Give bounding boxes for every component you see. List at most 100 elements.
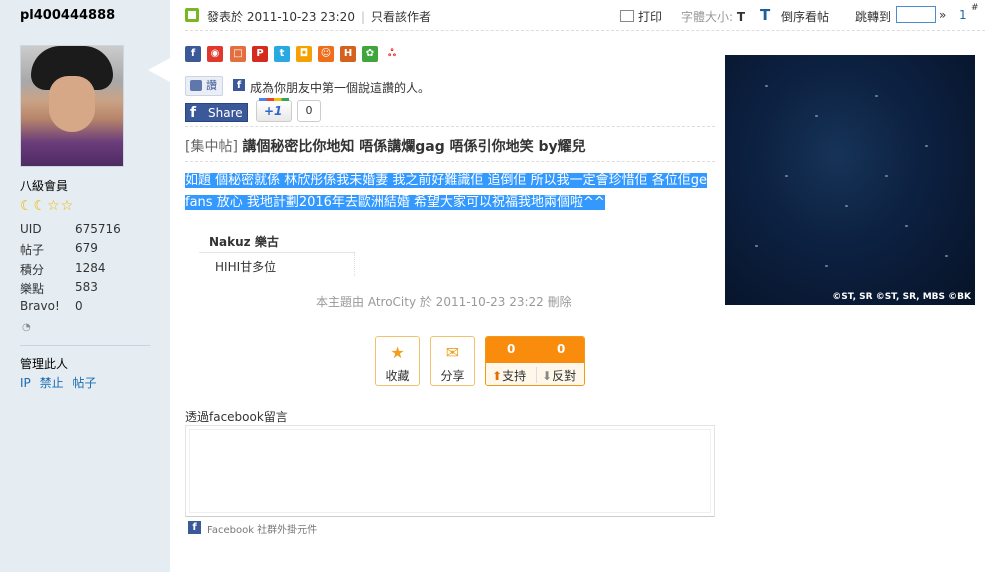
weibo-share-icon[interactable]: ஃ <box>384 46 400 62</box>
image-speck <box>945 255 948 257</box>
image-speck <box>785 175 788 177</box>
manage-user-label: 管理此人 <box>20 357 69 371</box>
bookmark-share-icon[interactable]: □ <box>230 46 246 62</box>
yahoo-share-icon[interactable]: ◘ <box>296 46 312 62</box>
envelope-icon: ✉ <box>445 343 460 362</box>
topbar-separator: | <box>360 10 365 24</box>
vote-buttons: ⬆支持 ⬇反對 <box>486 363 584 385</box>
jump-go-button[interactable]: » <box>939 8 946 22</box>
font-size-toggle[interactable]: T <box>737 10 745 24</box>
facebook-comments-frame <box>189 429 711 513</box>
reverse-order-icon[interactable]: T <box>760 6 770 24</box>
floor-hash: # <box>971 3 979 13</box>
facebook-like-button[interactable]: 讚 <box>185 76 223 96</box>
font-size-label: 字體大小: <box>681 10 734 24</box>
sidebar-divider <box>20 345 150 346</box>
pixnet-share-icon[interactable]: P <box>252 46 268 62</box>
signature-divider <box>354 252 355 276</box>
support-count: 0 <box>507 342 516 356</box>
facebook-plugin-link[interactable]: Facebook 社群外掛元件 <box>207 521 317 536</box>
image-speck <box>845 205 848 207</box>
twitter-share-icon[interactable]: t <box>274 46 290 62</box>
stat-points: 積分 1284 <box>20 261 160 280</box>
like-button-label: 讚 <box>206 79 217 92</box>
facebook-icon: f <box>188 521 201 534</box>
jump-page-input[interactable] <box>896 6 936 23</box>
rank-stars-icon: ☾☾☆☆ <box>20 198 75 214</box>
share-post-button[interactable]: ✉ 分享 <box>430 336 475 386</box>
favorite-button[interactable]: ★ 收藏 <box>375 336 420 386</box>
post-topbar: 發表於 2011-10-23 23:20 | 只看該作者 打印 字體大小: T T … <box>185 3 985 26</box>
moderation-note: 本主題由 AtroCity 於 2011-10-23 23:22 刪除 <box>316 295 572 309</box>
google-share-icon[interactable]: ✿ <box>362 46 378 62</box>
post-meta: 發表於 2011-10-23 23:20 | 只看該作者 <box>207 8 431 25</box>
facebook-icon: f <box>190 105 197 121</box>
google-plus-one-button[interactable]: +1 <box>256 98 292 122</box>
floor-number-link[interactable]: 1 <box>959 8 967 22</box>
vote-divider <box>536 367 537 383</box>
stat-label: UID <box>20 222 42 236</box>
funp-share-icon[interactable]: ☺ <box>318 46 334 62</box>
share-label: 分享 <box>440 369 465 383</box>
post-body-line: fans 放心 我地計劃2016年去歐洲結婚 希望大家可以祝福我地兩個啦^^ <box>185 195 605 210</box>
like-social-text: 成為你朋友中第一個說這讚的人。 <box>250 81 431 95</box>
stat-value: 0 <box>75 299 83 314</box>
topbar-divider <box>185 30 985 31</box>
stat-label: Bravo! <box>20 299 60 314</box>
stat-lepoints: 樂點 583 <box>20 280 160 299</box>
post-status-icon <box>185 8 199 22</box>
font-size-control: 字體大小: T <box>681 8 745 25</box>
signature-divider <box>199 252 354 253</box>
printer-icon <box>620 10 634 22</box>
stat-value[interactable]: 679 <box>75 241 98 255</box>
stat-uid: UID 675716 <box>20 222 160 241</box>
stat-value: 583 <box>75 279 98 294</box>
stat-bravo: Bravo! 0 <box>20 299 160 318</box>
admin-ip-link[interactable]: IP <box>20 376 31 390</box>
author-sidebar: pl400444888 八級會員 ☾☾☆☆ UID 675716 帖子 679 … <box>0 0 170 572</box>
post-title-text: 講個秘密比你地知 唔係講爛gag 唔係引你地笑 by耀兒 <box>242 139 586 155</box>
admin-ban-link[interactable]: 禁止 <box>40 376 64 390</box>
post-body: 如題 個秘密就係 林欣彤係我未婚妻 我之前好難識佢 追倒佢 所以我一定會珍惜佢 … <box>185 170 770 214</box>
hemidemi-share-icon[interactable]: H <box>340 46 356 62</box>
post-category-tag[interactable]: [集中帖] <box>185 139 238 155</box>
facebook-comments-box[interactable] <box>185 425 715 517</box>
plus-one-label: +1 <box>264 104 283 118</box>
author-username[interactable]: pl400444888 <box>20 8 115 23</box>
stat-value: 675716 <box>75 222 121 236</box>
facebook-icon: f <box>233 79 245 91</box>
admin-posts-link[interactable]: 帖子 <box>72 376 96 390</box>
share-button-label: Share <box>208 106 243 120</box>
oppose-count: 0 <box>557 342 566 356</box>
reverse-order-link[interactable]: 倒序看帖 <box>781 8 829 25</box>
arrow-up-icon: ⬆ <box>492 369 503 383</box>
stat-value: 1284 <box>75 260 106 275</box>
plurk-share-icon[interactable]: ◉ <box>207 46 223 62</box>
author-stats: UID 675716 帖子 679 積分 1284 樂點 583 Bravo! … <box>20 222 160 318</box>
image-speck <box>815 115 818 117</box>
jump-to-label: 跳轉到 <box>855 10 892 24</box>
divider <box>185 161 715 162</box>
plus-one-count: 0 <box>297 100 321 122</box>
image-speck <box>925 145 928 147</box>
post-body-line: 如題 個秘密就係 林欣彤係我未婚妻 我之前好難識佢 追倒佢 所以我一定會珍惜佢 … <box>185 173 708 188</box>
signature-text: HIHI甘多位 <box>215 260 277 274</box>
vote-counts: 0 0 <box>486 337 584 363</box>
online-status-icon[interactable]: ◔ <box>22 322 32 333</box>
facebook-share-icon[interactable]: f <box>185 46 201 62</box>
favorite-label: 收藏 <box>385 369 410 383</box>
only-author-link[interactable]: 只看該作者 <box>371 10 431 24</box>
post-image[interactable]: ©ST, SR ©ST, SR, MBS ©BK <box>725 55 975 305</box>
support-button[interactable]: ⬆支持 <box>492 367 526 384</box>
star-icon: ★ <box>390 343 405 362</box>
facebook-share-button[interactable]: f Share <box>185 103 248 122</box>
image-speck <box>875 95 878 97</box>
divider <box>185 126 715 127</box>
thumbs-up-icon <box>190 80 202 91</box>
image-speck <box>765 85 768 87</box>
print-link[interactable]: 打印 <box>620 8 662 25</box>
oppose-button[interactable]: ⬇反對 <box>542 367 576 384</box>
avatar[interactable] <box>20 45 124 167</box>
image-speck <box>905 225 908 227</box>
posted-date: 發表於 2011-10-23 23:20 <box>207 10 355 24</box>
